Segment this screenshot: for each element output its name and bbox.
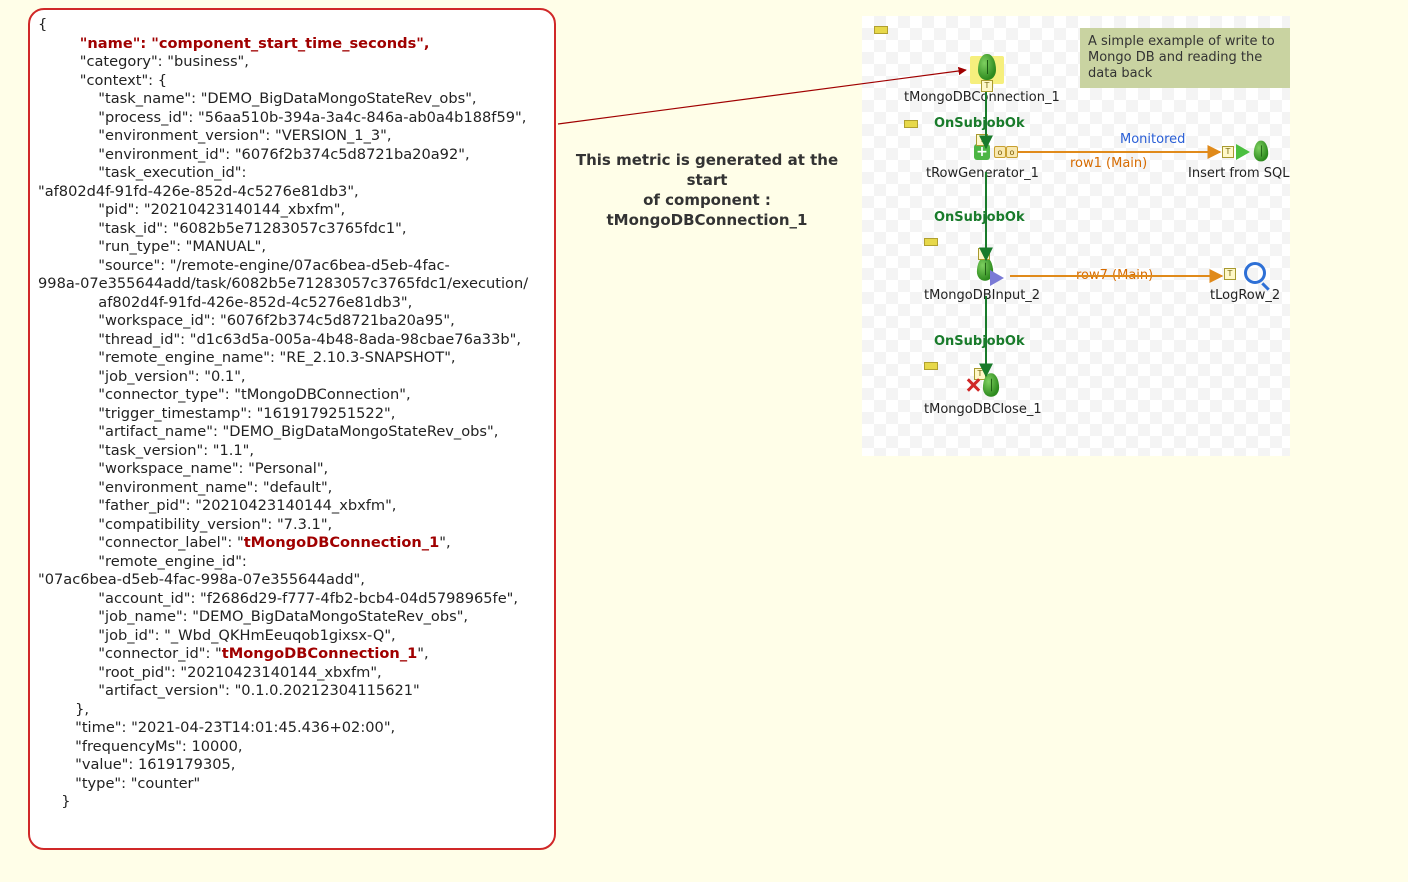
- canvas-note-text: A simple example of write to Mongo DB an…: [1088, 34, 1275, 81]
- t-badge-icon: T: [1224, 268, 1236, 280]
- main-flow-arrow-icon: [990, 270, 1004, 286]
- subjob-collapse-tab[interactable]: [874, 26, 888, 34]
- caption-line: tMongoDBConnection_1: [607, 211, 808, 229]
- component-label[interactable]: tMongoDBConnection_1: [904, 90, 1060, 105]
- flow-link-label: row7 (Main): [1076, 268, 1153, 283]
- flow-link-label: row1 (Main): [1070, 156, 1147, 171]
- monitored-label: Monitored: [1120, 132, 1185, 147]
- t-badge-icon: T: [978, 248, 990, 260]
- db-output-arrow-icon: [1236, 144, 1250, 160]
- subjob-collapse-tab[interactable]: [924, 238, 938, 246]
- metric-json-panel: { "name": "component_start_time_seconds"…: [28, 8, 556, 850]
- diagram-caption: This metric is generated at the start of…: [562, 150, 852, 230]
- component-label[interactable]: tRowGenerator_1: [926, 166, 1039, 181]
- subjob-link-label: OnSubjobOk: [934, 116, 1025, 131]
- subjob-link-label: OnSubjobOk: [934, 334, 1025, 349]
- canvas-note[interactable]: A simple example of write to Mongo DB an…: [1080, 28, 1290, 88]
- caption-line: This metric is generated at the start: [576, 151, 838, 189]
- component-label[interactable]: tMongoDBInput_2: [924, 288, 1040, 303]
- subjob-collapse-tab[interactable]: [924, 362, 938, 370]
- mongodb-leaf-icon: [1254, 141, 1268, 162]
- t-badge-icon: T: [976, 134, 988, 146]
- component-label[interactable]: Insert from SQL: [1188, 166, 1290, 181]
- component-label[interactable]: tMongoDBClose_1: [924, 402, 1042, 417]
- component-label[interactable]: tLogRow_2: [1210, 288, 1280, 303]
- subjob-collapse-tab[interactable]: [904, 120, 918, 128]
- job-designer-canvas[interactable]: A simple example of write to Mongo DB an…: [862, 16, 1290, 456]
- t-badge-icon: T: [1222, 146, 1234, 158]
- port-out-icon: o: [994, 146, 1006, 158]
- caption-line: of component :: [643, 191, 771, 209]
- port-out-icon: o: [1006, 146, 1018, 158]
- close-x-icon: [966, 378, 980, 392]
- logrow-magnifier-icon: [1244, 262, 1266, 284]
- mongodb-leaf-icon: [983, 373, 999, 396]
- mongodb-leaf-icon: [978, 54, 996, 80]
- diagram-stage: { "name": "component_start_time_seconds"…: [0, 0, 1408, 882]
- subjob-link-label: OnSubjobOk: [934, 210, 1025, 225]
- row-generator-icon: +: [974, 144, 990, 160]
